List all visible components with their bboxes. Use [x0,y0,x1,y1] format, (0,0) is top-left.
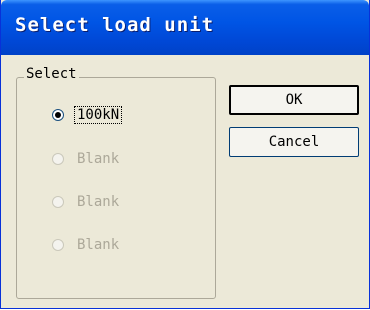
radio-button-disabled [52,196,64,208]
radio-label: 100kN [74,106,123,124]
radio-option-100kn[interactable]: 100kN [52,103,192,127]
groupbox-label: Select [24,66,79,82]
radio-label: Blank [77,151,120,167]
radio-label: Blank [77,237,120,253]
radio-option-blank-3: Blank [52,233,192,257]
title-bar[interactable]: Select load unit [1,0,369,55]
cancel-button[interactable]: Cancel [229,127,359,157]
radio-button-checked[interactable] [52,109,64,121]
radio-button-disabled [52,153,64,165]
dialog-title: Select load unit [15,14,215,36]
radio-label: Blank [77,194,120,210]
radio-option-blank-2: Blank [52,190,192,214]
radio-button-disabled [52,239,64,251]
dialog-window: Select load unit Select 100kN Blank Blan… [0,0,370,309]
ok-button[interactable]: OK [229,85,359,115]
dialog-body: Select 100kN Blank Blank Blank OK Cancel [4,55,366,305]
radio-option-blank-1: Blank [52,147,192,171]
